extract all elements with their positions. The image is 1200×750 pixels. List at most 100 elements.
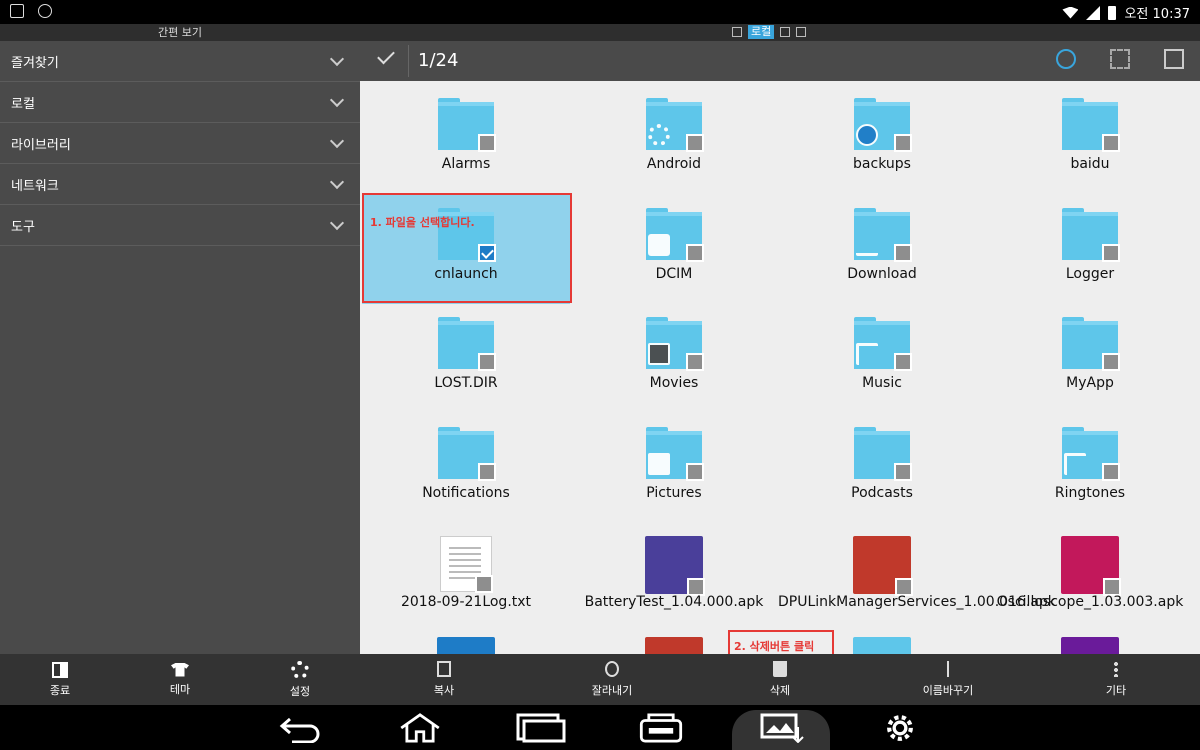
sidebar-header: 간편 보기: [0, 24, 360, 41]
folder-icon: [854, 98, 912, 152]
apk-icon: [645, 536, 705, 596]
search-globe-icon[interactable]: [1056, 49, 1076, 69]
window-tab-bar: 로컬: [360, 24, 1200, 41]
file-item[interactable]: Podcasts: [778, 413, 986, 523]
sidebar-item-favorites[interactable]: 즐겨찾기: [0, 41, 360, 82]
download-icon: [856, 234, 878, 256]
battery-icon: [1108, 5, 1117, 20]
chevron-down-icon: [329, 51, 345, 67]
chevron-down-icon: [329, 215, 345, 231]
file-item[interactable]: Download: [778, 194, 986, 304]
file-name: backups: [853, 156, 911, 172]
file-item[interactable]: LOST.DIR: [362, 303, 570, 413]
settings-label: 설정: [289, 684, 311, 698]
system-nav-bar: [0, 705, 1200, 750]
file-item[interactable]: Pictures: [570, 413, 778, 523]
sidebar-item-local[interactable]: 로컬: [0, 82, 360, 123]
phone-tab-icon[interactable]: [796, 27, 807, 37]
partial-file-icon: [1061, 637, 1119, 654]
home-icon[interactable]: [396, 713, 444, 743]
theme-button[interactable]: 테마: [120, 654, 240, 705]
select-checkbox[interactable]: [894, 353, 912, 371]
folder-icon: [1062, 207, 1120, 262]
exit-label: 종료: [49, 683, 71, 697]
folder-icon: [854, 317, 912, 371]
launch-icon[interactable]: [638, 713, 684, 743]
select-checkbox[interactable]: [475, 575, 493, 593]
select-checkbox[interactable]: [1102, 462, 1120, 481]
sidebar-bottom-bar: 종료 테마 설정: [0, 654, 360, 705]
play-icon: [648, 343, 670, 365]
folder-icon: [646, 317, 704, 371]
file-name: Logger: [1065, 265, 1115, 282]
chevron-down-icon: [329, 174, 345, 190]
file-item[interactable]: Logger: [986, 194, 1194, 304]
folder-icon: [438, 98, 496, 152]
select-all-icon[interactable]: [1164, 49, 1184, 69]
select-checkbox[interactable]: [478, 462, 496, 481]
file-item[interactable]: BatteryTest_1.04.000.apk: [570, 522, 778, 632]
file-item[interactable]: DPULinkManagerServices_1.00.016.apk: [778, 522, 1056, 632]
rename-icon: [947, 661, 949, 677]
file-item[interactable]: MyApp: [986, 303, 1194, 413]
more-label: 기타: [1105, 684, 1127, 697]
delete-button[interactable]: 삭제: [696, 654, 864, 705]
file-item[interactable]: Alarms: [362, 84, 570, 194]
select-checkbox[interactable]: [894, 134, 912, 152]
status-time: 오전 10:37: [1124, 7, 1190, 22]
select-checkbox[interactable]: [686, 462, 704, 481]
select-checkbox[interactable]: [894, 243, 912, 262]
file-item[interactable]: Oscilloscope_1.03.003.apk: [986, 522, 1194, 632]
home-tab-icon[interactable]: [732, 27, 742, 37]
exit-icon: [52, 661, 68, 678]
gear-icon: [648, 124, 670, 146]
exit-button[interactable]: 종료: [0, 654, 120, 705]
select-checkbox[interactable]: [686, 353, 704, 371]
sidebar-item-network[interactable]: 네트워크: [0, 164, 360, 205]
back-icon[interactable]: [278, 713, 322, 743]
file-item[interactable]: Movies: [570, 303, 778, 413]
multi-select-icon[interactable]: [1110, 49, 1130, 69]
file-item[interactable]: DCIM: [570, 194, 778, 304]
rename-button[interactable]: 이름바꾸기: [864, 654, 1032, 705]
done-check-icon[interactable]: [377, 46, 395, 65]
file-name: LOST.DIR: [434, 375, 498, 391]
select-checkbox[interactable]: [686, 134, 704, 152]
file-item[interactable]: Ringtones: [986, 413, 1194, 523]
select-checkbox[interactable]: [1102, 243, 1120, 262]
sidebar-item-label: 네트워크: [11, 178, 59, 194]
select-checkbox[interactable]: [894, 462, 912, 481]
text-file-icon: [440, 536, 493, 593]
music-icon: [1064, 452, 1086, 475]
file-name: DCIM: [655, 265, 693, 282]
settings-nav-icon[interactable]: [882, 713, 918, 743]
es-icon: [856, 124, 878, 146]
recent-apps-icon[interactable]: [516, 713, 566, 743]
folder-icon: [646, 207, 704, 262]
select-checkbox[interactable]: [478, 353, 496, 371]
rename-label: 이름바꾸기: [922, 684, 974, 697]
file-item[interactable]: Notifications: [362, 413, 570, 523]
sidebar-item-library[interactable]: 라이브러리: [0, 123, 360, 164]
device-tab-icon[interactable]: [780, 27, 791, 37]
annotation-step2: 2. 삭제버튼 클릭: [734, 640, 815, 653]
cut-button[interactable]: 잘라내기: [528, 654, 696, 705]
screenshot-nav-icon[interactable]: [760, 713, 804, 743]
folder-icon: [646, 98, 704, 152]
file-item[interactable]: Music: [778, 303, 986, 413]
chevron-down-icon: [329, 133, 345, 149]
sidebar-item-tools[interactable]: 도구: [0, 205, 360, 246]
select-checkbox[interactable]: [1102, 134, 1120, 152]
file-item[interactable]: 2018-09-21Log.txt: [362, 522, 570, 632]
file-item[interactable]: baidu: [986, 84, 1194, 194]
settings-button[interactable]: 설정: [240, 654, 360, 705]
select-checkbox[interactable]: [1102, 353, 1120, 371]
select-checkbox[interactable]: [478, 134, 496, 152]
more-button[interactable]: 기타: [1032, 654, 1200, 705]
select-checkbox[interactable]: [686, 243, 704, 262]
copy-button[interactable]: 복사: [360, 654, 528, 705]
file-item[interactable]: Android: [570, 84, 778, 194]
tab-local[interactable]: 로컬: [748, 25, 775, 39]
status-bar: 오전 10:37: [0, 0, 1200, 24]
file-item[interactable]: backups: [778, 84, 986, 194]
